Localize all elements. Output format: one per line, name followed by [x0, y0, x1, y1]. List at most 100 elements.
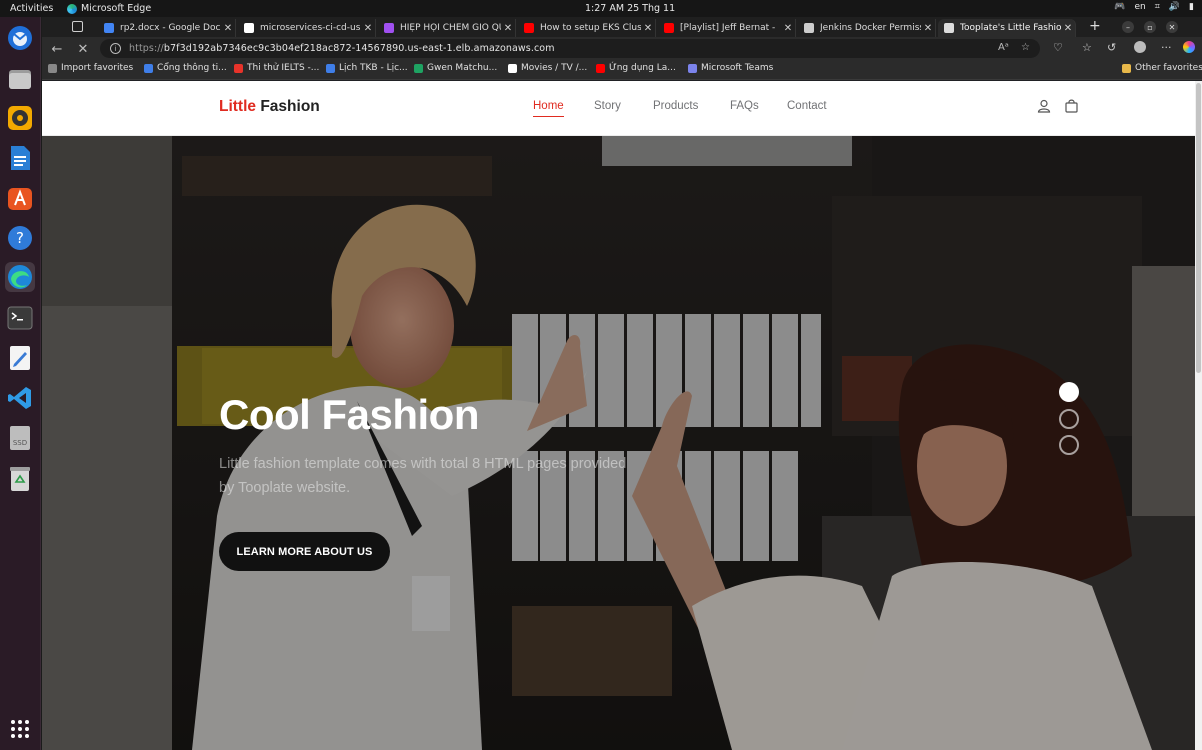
page-scrollbar[interactable]	[1195, 81, 1202, 750]
favorite-item[interactable]: Thi thử IELTS -...	[234, 63, 319, 73]
browser-essentials-icon[interactable]: ♡	[1053, 41, 1063, 54]
app-menu[interactable]: Microsoft Edge	[67, 3, 151, 14]
favorite-label: Import favorites	[61, 63, 134, 73]
profile-avatar[interactable]	[1134, 41, 1146, 53]
maximize-button[interactable]: ▫	[1144, 21, 1156, 33]
browser-tab[interactable]: Tooplate's Little Fashion ✕	[938, 19, 1076, 37]
files-icon	[9, 70, 31, 89]
new-tab-button[interactable]: +	[1089, 18, 1101, 34]
trash-launcher[interactable]	[5, 464, 35, 494]
favorites-icon[interactable]: ☆	[1082, 41, 1092, 54]
discord-tray-icon[interactable]: 🎮	[1114, 2, 1125, 12]
nav-home[interactable]: Home	[533, 100, 564, 117]
site-logo[interactable]: Little Fashion	[219, 98, 320, 116]
site-info-icon[interactable]: i	[110, 43, 121, 54]
activities-button[interactable]: Activities	[0, 3, 60, 14]
nav-products[interactable]: Products	[653, 100, 698, 112]
more-menu-icon[interactable]: ···	[1161, 41, 1172, 54]
nav-faqs[interactable]: FAQs	[730, 100, 759, 112]
tab-actions-icon[interactable]	[72, 21, 83, 32]
files-launcher[interactable]	[5, 64, 35, 94]
chatgpt-icon	[804, 23, 814, 33]
read-aloud-icon[interactable]: Aᵃ	[998, 42, 1009, 53]
favorite-item[interactable]: Cổng thông ti...	[144, 63, 227, 73]
favorite-label: Cổng thông ti...	[157, 63, 227, 73]
hero-description: Little fashion template comes with total…	[219, 456, 627, 496]
browser-tab[interactable]: How to setup EKS Cluster✕	[518, 19, 656, 37]
url-text[interactable]: https://b7f3d192ab7346ec9c3b04ef218ac872…	[129, 43, 555, 54]
help-launcher[interactable]: ?	[5, 223, 35, 253]
clock[interactable]: 1:27 AM 25 Thg 11	[585, 3, 675, 14]
terminal-launcher[interactable]	[5, 303, 35, 333]
svg-text:SSD: SSD	[13, 439, 27, 447]
app-center-icon	[8, 188, 32, 210]
page-icon	[944, 23, 954, 33]
network-icon[interactable]: ⌗	[1155, 2, 1160, 12]
portal-icon	[326, 63, 335, 73]
browser-tab[interactable]: microservices-ci-cd-using-✕	[238, 19, 376, 37]
minimize-button[interactable]: –	[1122, 21, 1134, 33]
app-center-launcher[interactable]	[5, 183, 35, 213]
system-tray[interactable]: 🎮 en ⌗ 🔊 ▮	[1114, 2, 1194, 12]
close-window-button[interactable]: ✕	[1166, 21, 1178, 33]
favorite-item[interactable]: Gwen Matchu...	[414, 63, 497, 73]
scrollbar-thumb[interactable]	[1196, 83, 1201, 373]
copilot-icon[interactable]	[1183, 41, 1195, 53]
vscode-launcher[interactable]	[5, 383, 35, 413]
other-favorites-label: Other favorites	[1135, 63, 1202, 73]
favorite-item[interactable]: Lịch TKB - Lịc...	[326, 63, 408, 73]
ssd-icon: SSD	[10, 426, 30, 450]
carousel-dot-2[interactable]	[1059, 409, 1079, 429]
tab-close-icon[interactable]: ✕	[221, 23, 235, 34]
edge-mini-icon	[67, 3, 77, 14]
edge-icon	[8, 265, 32, 289]
tab-close-icon[interactable]: ✕	[1061, 23, 1075, 34]
shopping-bag-icon[interactable]	[1065, 99, 1078, 113]
tab-close-icon[interactable]: ✕	[361, 23, 375, 34]
favorite-item[interactable]: Import favorites	[48, 63, 133, 73]
history-icon[interactable]: ↺	[1107, 41, 1116, 54]
back-button[interactable]: ←	[48, 40, 66, 58]
tab-close-icon[interactable]: ✕	[921, 23, 935, 34]
nav-contact[interactable]: Contact	[787, 100, 827, 112]
carousel-dot-3[interactable]	[1059, 435, 1079, 455]
other-favorites-folder[interactable]: Other favorites	[1122, 63, 1202, 73]
thunderbird-launcher[interactable]	[5, 23, 35, 53]
favorite-item[interactable]: Movies / TV /...	[508, 63, 587, 73]
browser-tab[interactable]: [Playlist] Jeff Bernat - ✕	[658, 19, 796, 37]
favorite-item[interactable]: Ứng dụng La...	[596, 63, 676, 73]
text-editor-launcher[interactable]	[5, 343, 35, 373]
writer-icon	[11, 146, 30, 170]
ssd-launcher[interactable]: SSD	[5, 423, 35, 453]
browser-tab[interactable]: rp2.docx - Google Docs ✕	[98, 19, 236, 37]
battery-icon[interactable]: ▮	[1189, 2, 1194, 12]
tab-label: rp2.docx - Google Docs	[120, 23, 221, 33]
toolbar: ← ✕ i https://b7f3d192ab7346ec9c3b04ef21…	[42, 37, 1202, 60]
favorite-label: Gwen Matchu...	[427, 63, 498, 73]
user-icon[interactable]	[1037, 99, 1051, 113]
app-menu-label: Microsoft Edge	[81, 3, 152, 14]
volume-icon[interactable]: 🔊	[1169, 2, 1180, 12]
tab-close-icon[interactable]: ✕	[501, 23, 515, 34]
browser-tab[interactable]: Jenkins Docker Permission✕	[798, 19, 936, 37]
edge-launcher[interactable]	[5, 262, 35, 292]
browser-tab[interactable]: HIỆP HỘI CHÉM GIÓ QUỐC✕	[378, 19, 516, 37]
stop-loading-button[interactable]: ✕	[74, 40, 92, 58]
address-bar[interactable]: i https://b7f3d192ab7346ec9c3b04ef218ac8…	[100, 39, 1040, 58]
portal-icon	[144, 63, 153, 73]
rhythmbox-launcher[interactable]	[5, 103, 35, 133]
favorite-star-icon[interactable]: ☆	[1021, 42, 1030, 53]
tab-close-icon[interactable]: ✕	[641, 23, 655, 34]
show-apps-button[interactable]	[5, 714, 35, 744]
tab-strip: rp2.docx - Google Docs ✕ microservices-ci-…	[42, 17, 1202, 37]
tab-close-icon[interactable]: ✕	[781, 23, 795, 34]
favorite-item[interactable]: Microsoft Teams	[688, 63, 773, 73]
nav-story[interactable]: Story	[594, 100, 621, 112]
tab-label: Jenkins Docker Permission	[820, 23, 921, 33]
input-language[interactable]: en	[1135, 2, 1146, 12]
learn-more-button[interactable]: LEARN MORE ABOUT US	[219, 532, 390, 571]
play-icon	[508, 63, 517, 73]
youtube-icon	[524, 23, 534, 33]
carousel-dot-1[interactable]	[1059, 382, 1079, 402]
writer-launcher[interactable]	[5, 143, 35, 173]
